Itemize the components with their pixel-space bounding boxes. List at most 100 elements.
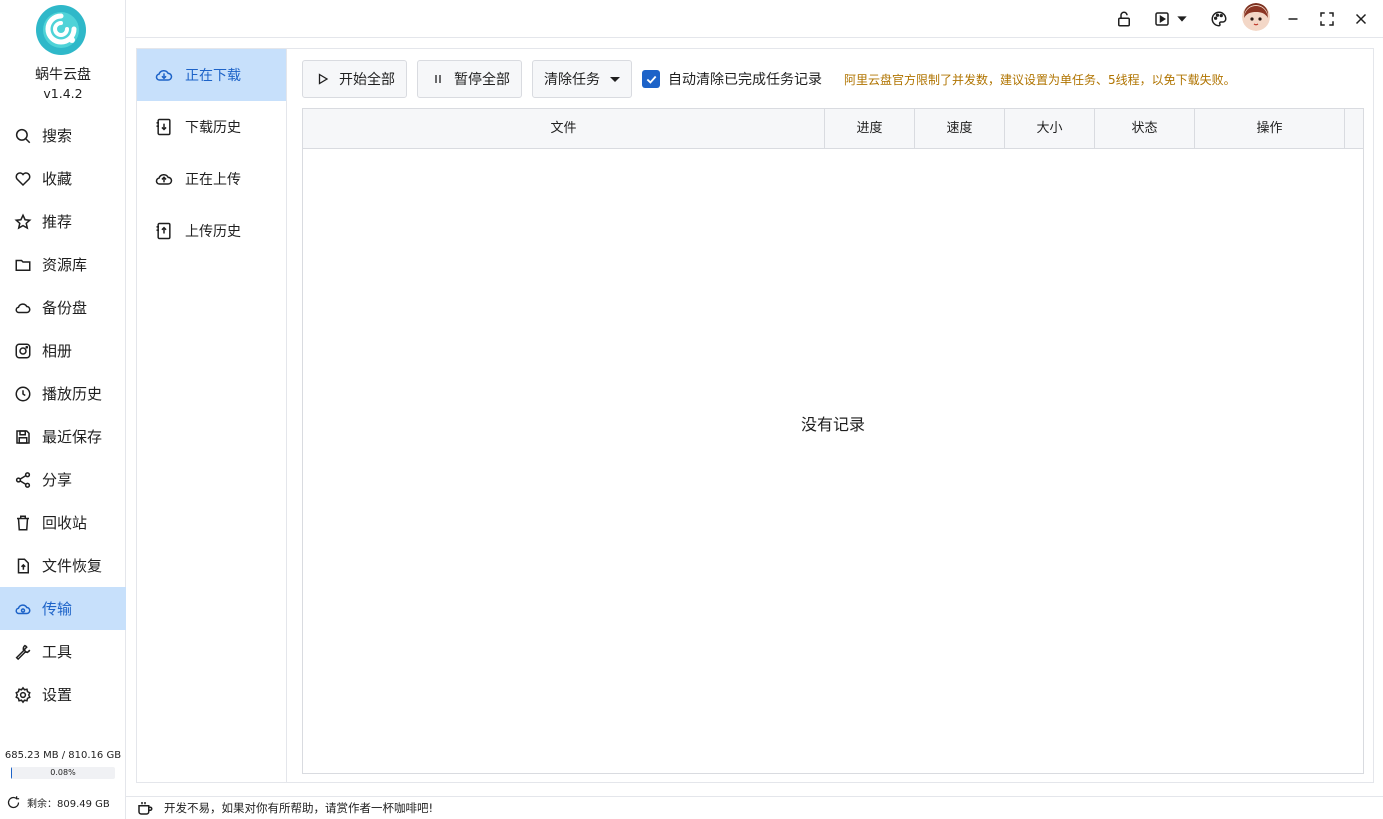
storage-usage: 685.23 MB / 810.16 GB 0.08%	[0, 750, 126, 779]
toolbar: 开始全部 暂停全部 清除任务 自动清除已完成任务记录 阿里云盘官方限制了并发数，…	[302, 60, 1236, 98]
footer[interactable]: 开发不易，如果对你有所帮助，请赏作者一杯咖啡吧!	[126, 796, 1383, 819]
caret-down-icon	[1177, 16, 1187, 22]
titlebar	[126, 0, 1383, 38]
trash-icon	[17, 515, 29, 530]
start-all-button[interactable]: 开始全部	[302, 60, 407, 98]
refresh-icon[interactable]	[6, 795, 21, 810]
folder-icon	[15, 259, 31, 271]
transfer-cloud-icon	[15, 603, 31, 614]
sidebar-item-label: 收藏	[42, 170, 73, 188]
clock-icon	[15, 386, 31, 401]
avatar[interactable]	[1242, 3, 1270, 31]
app-logo	[36, 5, 86, 55]
auto-clear-label[interactable]: 自动清除已完成任务记录	[668, 69, 822, 89]
checkmark-icon	[646, 75, 656, 84]
sidebar-item-label: 搜索	[42, 127, 73, 145]
sidebar-item-album[interactable]: 相册	[0, 329, 126, 372]
sidebar-item-favorites[interactable]: 收藏	[0, 157, 126, 200]
star-icon	[14, 212, 32, 229]
caret-down-icon	[610, 77, 620, 82]
sidebar-item-label: 推荐	[42, 213, 73, 231]
sidebar-item-play-history[interactable]: 播放历史	[0, 372, 126, 415]
app-version: v1.4.2	[43, 86, 83, 101]
transfer-subnav: 正在下载 下载历史 正在上传 上传历史	[136, 48, 287, 783]
wrench-icon	[15, 644, 31, 660]
share-icon	[15, 471, 31, 488]
sidebar-item-file-restore[interactable]: 文件恢复	[0, 544, 126, 587]
pause-all-label: 暂停全部	[454, 72, 510, 88]
table-header: 文件 进度 速度 大小 状态 操作	[303, 109, 1363, 149]
sidebar-item-settings[interactable]: 设置	[0, 673, 126, 716]
column-header-progress[interactable]: 进度	[825, 109, 915, 148]
tab-label: 下载历史	[185, 120, 241, 136]
sidebar-item-label: 传输	[42, 600, 73, 618]
app-name: 蜗牛云盘	[35, 67, 91, 83]
column-header-actions[interactable]: 操作	[1195, 109, 1345, 148]
sidebar-item-label: 相册	[42, 342, 73, 360]
concurrency-warning: 阿里云盘官方限制了并发数，建议设置为单任务、5线程，以免下载失败。	[844, 72, 1236, 87]
sidebar-item-label: 设置	[42, 686, 73, 704]
close-button[interactable]	[1348, 6, 1374, 32]
sidebar-item-recycle-bin[interactable]: 回收站	[0, 501, 126, 544]
user-avatar-icon	[1242, 3, 1270, 31]
clear-tasks-dropdown[interactable]: 清除任务	[532, 60, 632, 98]
storage-used-text: 685.23 MB / 810.16 GB	[4, 750, 122, 761]
storage-percent: 0.08%	[50, 768, 76, 777]
lock-button[interactable]	[1111, 6, 1137, 32]
sidebar-item-share[interactable]: 分享	[0, 458, 126, 501]
tab-download-history[interactable]: 下载历史	[137, 101, 286, 153]
sidebar-item-label: 分享	[42, 471, 73, 489]
main-nav: 搜索 收藏 推荐 资源库 备份盘 相册 播放历史 最近保存 分享 回收站 文件恢…	[0, 114, 126, 716]
sidebar-item-label: 工具	[42, 643, 73, 661]
player-dropdown[interactable]	[1174, 6, 1190, 32]
upload-history-icon	[156, 222, 171, 240]
auto-clear-checkbox[interactable]	[642, 70, 660, 88]
minimize-button[interactable]	[1280, 6, 1306, 32]
tab-downloading[interactable]: 正在下载	[137, 49, 286, 101]
pause-all-button[interactable]: 暂停全部	[417, 60, 522, 98]
sidebar-item-label: 资源库	[42, 256, 88, 274]
player-button[interactable]	[1149, 6, 1175, 32]
fullscreen-icon	[1320, 12, 1334, 26]
download-panel: 开始全部 暂停全部 清除任务 自动清除已完成任务记录 阿里云盘官方限制了并发数，…	[287, 48, 1374, 783]
heart-icon	[15, 171, 31, 186]
file-restore-icon	[17, 558, 29, 573]
sidebar: 蜗牛云盘 v1.4.2 搜索 收藏 推荐 资源库 备份盘 相册 播放历史 最近保…	[0, 0, 126, 819]
play-box-icon	[1155, 12, 1169, 26]
storage-progress-bar: 0.08%	[11, 767, 115, 779]
tab-uploading[interactable]: 正在上传	[137, 153, 286, 205]
storage-remaining[interactable]: 剩余：809.49 GB	[6, 795, 110, 810]
sidebar-item-recent-saves[interactable]: 最近保存	[0, 415, 126, 458]
download-table: 文件 进度 速度 大小 状态 操作 没有记录	[302, 108, 1364, 774]
sidebar-item-library[interactable]: 资源库	[0, 243, 126, 286]
sidebar-item-tools[interactable]: 工具	[0, 630, 126, 673]
pause-icon	[435, 75, 441, 83]
column-header-size[interactable]: 大小	[1005, 109, 1095, 148]
column-header-status[interactable]: 状态	[1095, 109, 1195, 148]
sidebar-item-recommend[interactable]: 推荐	[0, 200, 126, 243]
theme-button[interactable]	[1206, 6, 1232, 32]
storage-remaining-text: 剩余：809.49 GB	[27, 799, 110, 810]
cloud-icon	[15, 302, 31, 313]
tab-label: 正在上传	[185, 172, 241, 188]
sidebar-item-label: 回收站	[42, 514, 88, 532]
column-header-file[interactable]: 文件	[303, 109, 825, 148]
save-icon	[16, 429, 30, 444]
play-icon	[318, 73, 329, 85]
coffee-cup-icon	[138, 802, 153, 815]
footer-message: 开发不易，如果对你有所帮助，请赏作者一杯咖啡吧!	[164, 801, 434, 815]
sidebar-item-search[interactable]: 搜索	[0, 114, 126, 157]
clear-tasks-label: 清除任务	[544, 72, 600, 88]
sidebar-item-transfer[interactable]: 传输	[0, 587, 126, 630]
sidebar-item-label: 最近保存	[42, 428, 103, 446]
maximize-button[interactable]	[1314, 6, 1340, 32]
tab-upload-history[interactable]: 上传历史	[137, 205, 286, 257]
sidebar-item-backup[interactable]: 备份盘	[0, 286, 126, 329]
start-all-label: 开始全部	[339, 72, 395, 88]
sidebar-item-label: 播放历史	[42, 385, 103, 403]
photo-icon	[15, 343, 31, 358]
column-header-speed[interactable]: 速度	[915, 109, 1005, 148]
gear-icon	[15, 686, 31, 703]
sidebar-item-label: 文件恢复	[42, 557, 103, 575]
column-header-spacer	[1345, 109, 1363, 148]
